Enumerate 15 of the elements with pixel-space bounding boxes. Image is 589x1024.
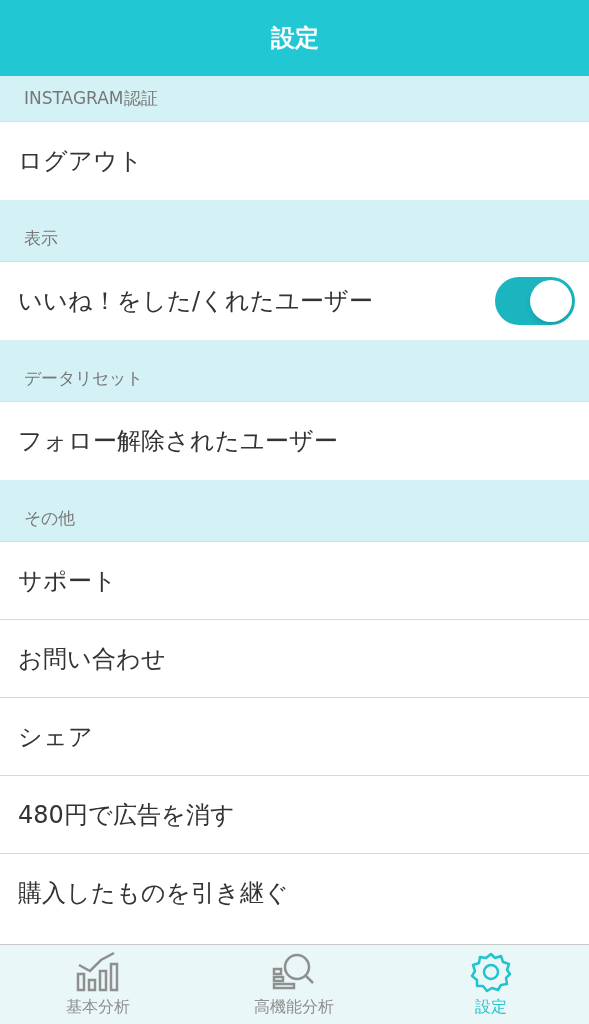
settings-item[interactable]: シェア — [18, 718, 93, 755]
section-header: その他 — [24, 506, 75, 530]
screen-title: 設定 — [270, 23, 319, 54]
settings-item[interactable]: フォロー解除されたユーザー — [18, 423, 338, 459]
settings-item[interactable]: サポート — [18, 562, 117, 599]
section-header: 表示 — [24, 226, 58, 250]
settings-item[interactable]: 購入したものを引き継ぐ — [18, 875, 289, 911]
section-header: データリセット — [24, 366, 143, 390]
settings-item[interactable]: 480円で広告を消す — [18, 796, 235, 833]
toggle-switch[interactable] — [495, 277, 575, 325]
settings-item[interactable]: いいね！をした/くれたユーザー — [18, 283, 374, 319]
section-header: INSTAGRAM認証 — [24, 86, 158, 110]
settings-item[interactable]: お問い合わせ — [18, 640, 166, 677]
settings-icon — [469, 950, 512, 993]
settings-item[interactable]: ログアウト — [18, 143, 143, 179]
